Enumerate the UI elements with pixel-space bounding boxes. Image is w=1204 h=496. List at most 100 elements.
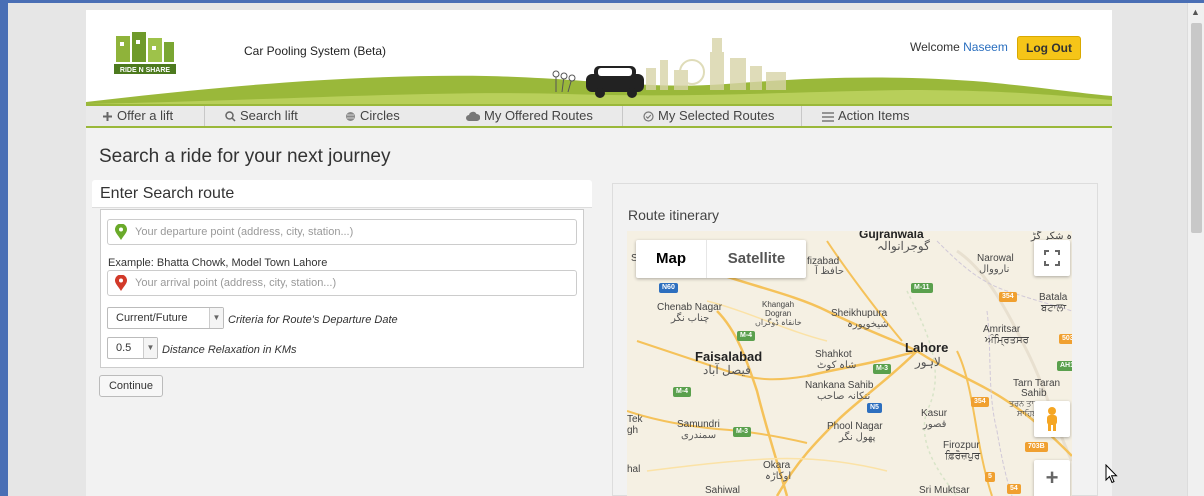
nav-action-items[interactable]: Action Items xyxy=(822,106,910,126)
highway-shield: 703B xyxy=(1025,442,1048,452)
window-left-border xyxy=(0,0,8,496)
nav-my-selected-routes[interactable]: My Selected Routes xyxy=(643,106,774,126)
map-label: ننکانہ صاحب xyxy=(817,391,871,402)
site-header: RIDE N SHARE Car Pooling System (Beta) W… xyxy=(86,10,1112,104)
fullscreen-button[interactable] xyxy=(1034,240,1070,276)
page-title: Search a ride for your next journey xyxy=(99,146,391,167)
distance-value: 0.5 xyxy=(116,342,132,354)
departure-input[interactable]: Your departure point (address, city, sta… xyxy=(107,219,577,245)
scroll-thumb[interactable] xyxy=(1191,23,1202,233)
map-label: Sheikhupura xyxy=(831,308,888,319)
map-label: خانقاہ ڈوگراں xyxy=(755,318,802,327)
distance-select[interactable]: 0.5 ▼ xyxy=(107,337,158,359)
nav-my-selected-routes-label: My Selected Routes xyxy=(658,108,775,123)
map-type-satellite-button[interactable]: Satellite xyxy=(707,240,806,278)
map-label: Sri Muktsar xyxy=(919,485,970,496)
map-label: Batala xyxy=(1039,292,1068,303)
map-label: Amritsar xyxy=(983,324,1021,335)
map-label: Chenab Nagar xyxy=(657,302,723,313)
nav-divider xyxy=(204,106,205,126)
nav-offer-lift[interactable]: Offer a lift xyxy=(102,106,173,126)
highway-shield: N60 xyxy=(659,283,678,293)
search-icon xyxy=(225,111,236,122)
pegman-icon xyxy=(1047,407,1057,431)
arrival-placeholder: Your arrival point (address, city, stati… xyxy=(135,277,337,289)
map-label: hal xyxy=(627,464,641,475)
departure-placeholder: Your departure point (address, city, sta… xyxy=(135,226,354,238)
map-type-control: Map Satellite xyxy=(636,240,806,278)
arrival-input[interactable]: Your arrival point (address, city, stati… xyxy=(107,270,577,296)
map-label: حافظ آ xyxy=(815,266,845,277)
cloud-icon xyxy=(466,111,481,121)
nav-circles[interactable]: Circles xyxy=(345,106,400,126)
check-circle-icon xyxy=(643,111,654,122)
logout-button[interactable]: Log Out xyxy=(1017,36,1081,60)
nav-search-lift[interactable]: Search lift xyxy=(225,106,298,126)
map-label: چناب نگر xyxy=(671,313,710,324)
highway-shield: 54 xyxy=(1007,484,1021,494)
distance-caption: Distance Relaxation in KMs xyxy=(162,344,297,356)
map-label: gh xyxy=(627,425,639,436)
nav-circles-label: Circles xyxy=(360,108,400,123)
page-container: RIDE N SHARE Car Pooling System (Beta) W… xyxy=(86,10,1112,496)
map-label: نارووال xyxy=(979,264,1010,275)
route-itinerary-title: Route itinerary xyxy=(628,207,720,223)
map-label: شاہ کوٹ xyxy=(817,360,857,371)
map-label: لاہور xyxy=(915,355,941,369)
chevron-down-icon: ▼ xyxy=(143,338,157,358)
route-map[interactable]: S Gujranwala گوجرانوالہ ہ شکر گڑ fizabad… xyxy=(627,231,1072,496)
date-criteria-select[interactable]: Current/Future ▼ xyxy=(107,307,224,329)
map-type-map-button[interactable]: Map xyxy=(636,240,706,278)
zoom-in-button[interactable]: + xyxy=(1034,460,1070,496)
map-label: فیصل آباد xyxy=(703,363,751,377)
map-label: Narowal xyxy=(977,253,1014,264)
welcome-text: Welcome Naseem xyxy=(910,40,1008,54)
highway-shield: M-3 xyxy=(873,364,892,374)
map-label: Sahiwal xyxy=(705,485,741,496)
map-label: Okara xyxy=(763,460,791,471)
nav-divider xyxy=(801,106,802,126)
search-panel-header: Enter Search route xyxy=(92,180,592,208)
fullscreen-icon xyxy=(1044,250,1060,266)
highway-shield: 354 xyxy=(971,397,989,407)
map-label: قصور xyxy=(923,419,947,430)
map-label: اوکاڑہ xyxy=(765,471,792,482)
highway-shield: N5 xyxy=(867,403,882,413)
map-label: ਅੰਮ੍ਰਿਤਸਰ xyxy=(985,335,1029,346)
example-text: Example: Bhatta Chowk, Model Town Lahore xyxy=(108,257,328,269)
green-pin-icon xyxy=(115,224,127,240)
continue-button[interactable]: Continue xyxy=(99,375,163,397)
highway-shield: 5 xyxy=(985,472,995,482)
plus-icon xyxy=(103,112,112,121)
red-pin-icon xyxy=(115,275,127,291)
scroll-up-arrow-icon[interactable]: ▲ xyxy=(1191,7,1200,17)
ride-n-share-logo[interactable]: RIDE N SHARE xyxy=(114,32,176,82)
page-scrollbar[interactable]: ▲ xyxy=(1187,3,1204,496)
map-label: Tek xyxy=(627,414,643,425)
street-view-pegman[interactable] xyxy=(1034,401,1070,437)
map-label: پھول نگر xyxy=(839,432,876,443)
globe-icon xyxy=(346,112,355,121)
main-nav: Offer a lift Search lift Circles My Offe… xyxy=(86,104,1112,128)
nav-offer-lift-label: Offer a lift xyxy=(117,108,174,123)
zoom-in-icon: + xyxy=(1045,465,1059,490)
nav-divider xyxy=(622,106,623,126)
highway-shield: M-4 xyxy=(737,331,756,341)
nav-my-offered-routes[interactable]: My Offered Routes xyxy=(466,106,593,126)
map-label: Samundri xyxy=(677,419,720,430)
window-top-border xyxy=(0,0,1204,3)
map-label: گوجرانوالہ xyxy=(877,239,930,253)
nav-my-offered-routes-label: My Offered Routes xyxy=(484,108,593,123)
app-title: Car Pooling System (Beta) xyxy=(244,44,387,58)
map-label: شیخوپورہ xyxy=(847,319,889,330)
welcome-prefix: Welcome xyxy=(910,40,960,54)
logo-text: RIDE N SHARE xyxy=(120,67,171,74)
highway-shield: AH1 xyxy=(1057,361,1072,371)
map-label: Shahkot xyxy=(815,349,852,360)
highway-shield: M-4 xyxy=(673,387,692,397)
user-name-link[interactable]: Naseem xyxy=(963,40,1008,54)
date-criteria-value: Current/Future xyxy=(116,312,188,324)
list-icon xyxy=(822,112,834,122)
highway-shield: 354 xyxy=(999,292,1017,302)
nav-search-lift-label: Search lift xyxy=(240,108,298,123)
